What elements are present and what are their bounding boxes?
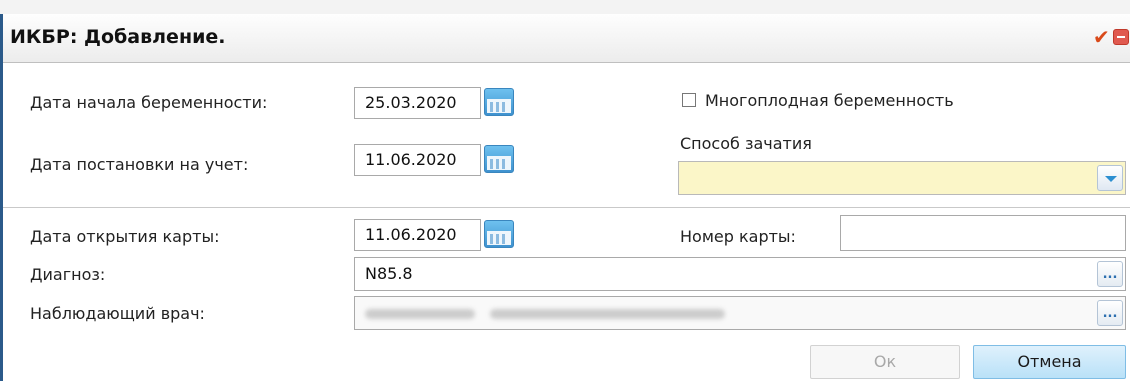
card-number-input[interactable] <box>840 215 1126 251</box>
diagnosis-label: Диагноз: <box>30 265 106 284</box>
diagnosis-lookup-button[interactable]: ... <box>1097 261 1123 287</box>
chevron-down-icon[interactable] <box>1097 165 1123 191</box>
window-left-border <box>0 14 3 381</box>
doctor-input[interactable] <box>354 296 1126 330</box>
card-number-label: Номер карты: <box>680 227 796 246</box>
dialog-titlebar[interactable]: ИКБР: Добавление. ✔ <box>3 14 1130 63</box>
diagnosis-value: N85.8 <box>365 264 413 283</box>
conception-method-select[interactable] <box>678 161 1126 195</box>
card-open-date-input[interactable]: 11.06.2020 <box>354 219 481 251</box>
conception-method-label: Способ зачатия <box>680 134 812 153</box>
registration-date-input[interactable]: 11.06.2020 <box>354 144 481 176</box>
minimize-icon[interactable] <box>1113 29 1129 45</box>
calendar-icon[interactable] <box>484 145 514 173</box>
redacted-doctor-code <box>365 309 475 319</box>
doctor-lookup-button[interactable]: ... <box>1097 300 1123 326</box>
card-open-date-label: Дата открытия карты: <box>30 227 220 246</box>
calendar-icon[interactable] <box>484 220 514 248</box>
dialog-title: ИКБР: Добавление. <box>10 26 226 48</box>
multiple-pregnancy-label: Многоплодная беременность <box>705 91 954 110</box>
calendar-icon[interactable] <box>484 88 514 116</box>
pregnancy-start-label: Дата начала беременности: <box>30 93 268 112</box>
background-window-strip <box>0 0 1130 15</box>
pregnancy-start-date-input[interactable]: 25.03.2020 <box>354 87 481 119</box>
doctor-label: Наблюдающий врач: <box>30 304 205 323</box>
multiple-pregnancy-checkbox[interactable] <box>682 93 696 107</box>
diagnosis-input[interactable]: N85.8 <box>354 257 1126 291</box>
check-icon[interactable]: ✔ <box>1093 27 1110 47</box>
redacted-doctor-name <box>490 309 725 319</box>
registration-date-label: Дата постановки на учет: <box>30 155 249 174</box>
ok-button[interactable]: Ок <box>810 345 960 379</box>
cancel-button[interactable]: Отмена <box>973 345 1126 379</box>
section-divider <box>3 207 1130 208</box>
